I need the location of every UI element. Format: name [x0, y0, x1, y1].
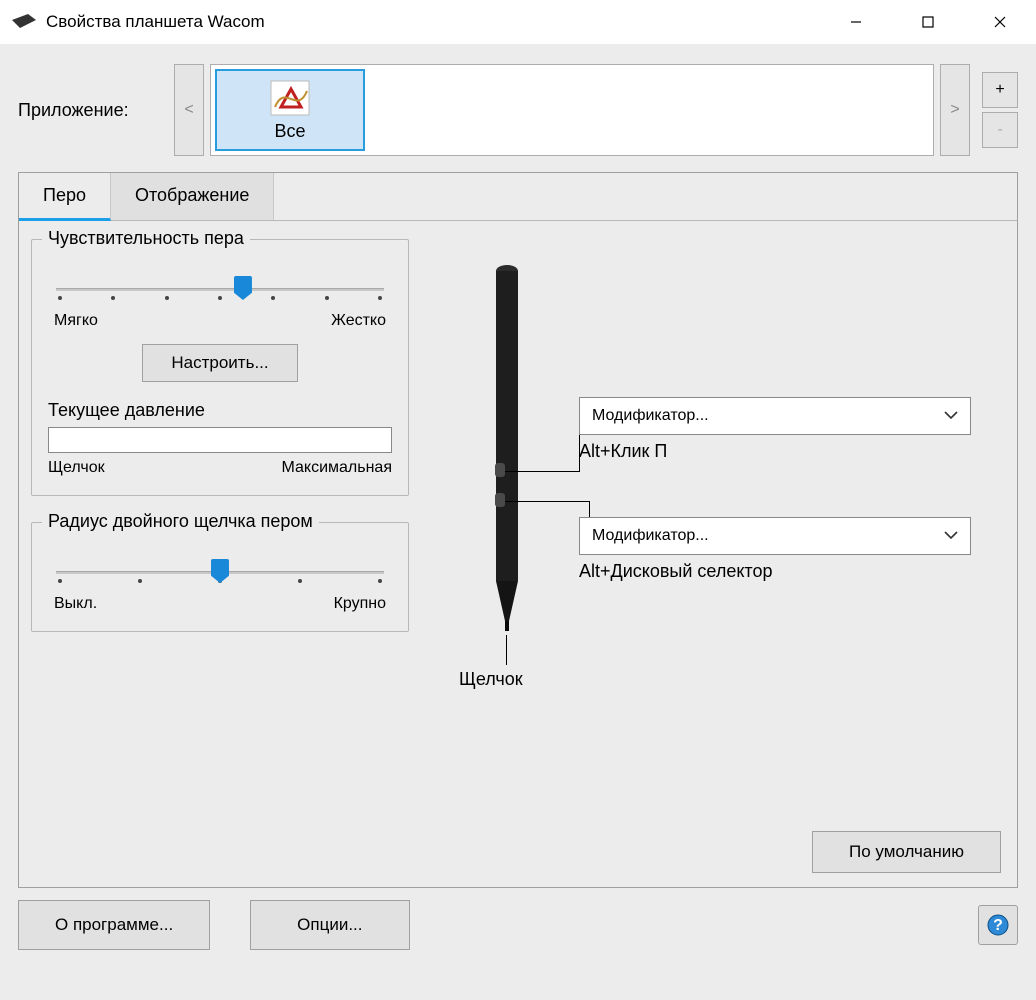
maximize-button[interactable] — [892, 0, 964, 44]
pressure-bar — [48, 427, 392, 453]
pen-tip-label: Щелчок — [459, 669, 523, 690]
pen-button2-dropdown[interactable]: Модификатор... — [579, 517, 971, 555]
titlebar: Свойства планшета Wacom — [0, 0, 1036, 44]
connector-line — [505, 471, 579, 472]
tip-feel-slider[interactable] — [56, 276, 384, 304]
application-strip: Все — [210, 64, 934, 156]
remove-app-button[interactable]: - — [982, 112, 1018, 148]
pen-button2-value: Alt+Дисковый селектор — [579, 561, 971, 582]
panel-footer: По умолчанию — [812, 831, 1001, 873]
help-icon: ? — [987, 914, 1009, 936]
application-label: Приложение: — [18, 100, 168, 121]
app-scroll-right[interactable]: > — [940, 64, 970, 156]
pen-button2-row: Модификатор... Alt+Дисковый селектор — [579, 517, 971, 582]
app-item-label: Все — [274, 121, 305, 142]
minimize-button[interactable] — [820, 0, 892, 44]
left-column: Чувствительность пера Мягко Жестко Настр… — [31, 239, 409, 815]
double-click-title: Радиус двойного щелчка пером — [42, 511, 319, 532]
tab-mapping[interactable]: Отображение — [111, 173, 274, 220]
tip-feel-firm: Жестко — [331, 312, 386, 330]
pressure-max: Максимальная — [282, 459, 393, 477]
svg-text:?: ? — [993, 917, 1003, 934]
all-apps-icon — [267, 79, 313, 119]
pen-button2-label: Модификатор... — [592, 527, 709, 545]
chevron-down-icon — [944, 407, 958, 425]
chevron-down-icon — [944, 527, 958, 545]
window-title: Свойства планшета Wacom — [46, 12, 820, 32]
default-button[interactable]: По умолчанию — [812, 831, 1001, 873]
window-controls — [820, 0, 1036, 44]
double-click-off: Выкл. — [54, 595, 97, 613]
right-column: Щелчок Модификатор... Alt+Клик П Модифик… — [429, 239, 1005, 815]
tip-feel-group: Чувствительность пера Мягко Жестко Настр… — [31, 239, 409, 496]
tab-bar: Перо Отображение — [19, 173, 1017, 221]
pen-button1-value: Alt+Клик П — [579, 441, 971, 462]
pen-illustration — [487, 263, 527, 643]
double-click-large: Крупно — [334, 595, 386, 613]
tip-feel-title: Чувствительность пера — [42, 228, 250, 249]
about-button[interactable]: О программе... — [18, 900, 210, 950]
connector-line — [506, 635, 507, 665]
connector-line — [505, 501, 589, 502]
bottom-bar: О программе... Опции... ? — [0, 900, 1036, 968]
double-click-group: Радиус двойного щелчка пером Выкл. Крупн… — [31, 522, 409, 632]
pressure-click: Щелчок — [48, 459, 105, 477]
application-row: Приложение: < Все > + - — [0, 44, 1036, 168]
double-click-slider[interactable] — [56, 559, 384, 587]
client-area: Приложение: < Все > + - Перо Отображение — [0, 44, 1036, 1000]
panel-body: Чувствительность пера Мягко Жестко Настр… — [19, 221, 1017, 833]
current-pressure-label: Текущее давление — [48, 400, 392, 421]
pen-button1-row: Модификатор... Alt+Клик П — [579, 397, 971, 462]
pen-button1-dropdown[interactable]: Модификатор... — [579, 397, 971, 435]
customize-tip-feel-button[interactable]: Настроить... — [142, 344, 297, 382]
app-scroll-left[interactable]: < — [174, 64, 204, 156]
tab-pen[interactable]: Перо — [19, 173, 111, 221]
options-button[interactable]: Опции... — [250, 900, 409, 950]
pen-button1-label: Модификатор... — [592, 407, 709, 425]
tip-feel-soft: Мягко — [54, 312, 98, 330]
settings-panel: Перо Отображение Чувствительность пера М… — [18, 172, 1018, 888]
add-app-button[interactable]: + — [982, 72, 1018, 108]
close-button[interactable] — [964, 0, 1036, 44]
tablet-icon — [12, 14, 36, 30]
app-item-all[interactable]: Все — [215, 69, 365, 151]
help-button[interactable]: ? — [978, 905, 1018, 945]
